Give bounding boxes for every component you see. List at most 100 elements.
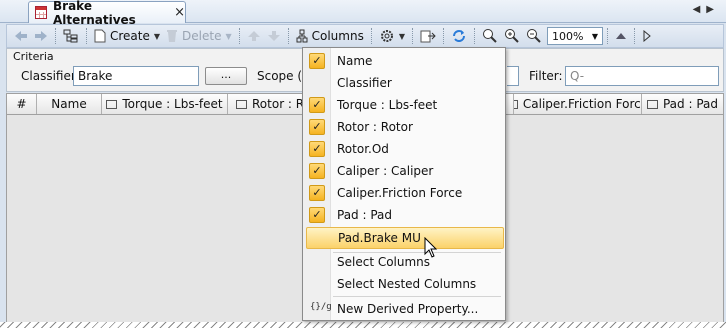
toolbar-separator xyxy=(238,28,240,44)
tab-next-icon[interactable]: ▶ xyxy=(706,4,720,15)
chevron-down-icon: ▼ xyxy=(225,31,232,41)
collapse-icon[interactable] xyxy=(612,26,630,46)
menu-item-caliper-friction[interactable]: ✓ Caliper.Friction Force xyxy=(305,182,503,204)
filter-input[interactable]: Q- xyxy=(565,66,719,86)
menu-item-select-columns[interactable]: Select Columns xyxy=(305,251,503,273)
zoom-in-icon[interactable] xyxy=(501,26,523,46)
toolbar-separator xyxy=(55,28,56,44)
toolbar: Create ▼ Delete ▼ Columns ▼ 100% ▼ xyxy=(6,24,724,48)
classifier-field[interactable]: Brake xyxy=(73,66,199,86)
menu-item-label: Select Nested Columns xyxy=(337,277,477,291)
column-header-name[interactable]: Name xyxy=(37,94,102,114)
browse-classifier-button[interactable]: ... xyxy=(205,67,247,85)
move-down-icon[interactable] xyxy=(264,26,284,46)
chevron-down-icon: ▼ xyxy=(153,31,161,41)
columns-label: Columns xyxy=(311,29,364,43)
toolbar-separator xyxy=(607,28,608,44)
chevron-down-icon: ▼ xyxy=(591,31,598,41)
menu-item-label: New Derived Property... xyxy=(337,302,479,316)
column-header-rotor[interactable]: Rotor : Ro xyxy=(228,94,304,114)
delete-label: Delete xyxy=(182,29,222,43)
mouse-cursor-icon xyxy=(424,237,438,258)
menu-item-label: Select Columns xyxy=(337,255,431,269)
property-icon xyxy=(646,99,658,109)
zoom-out-icon[interactable] xyxy=(523,26,545,46)
menu-item-label: Torque : Lbs-feet xyxy=(337,98,438,112)
chevron-down-icon: ▼ xyxy=(398,31,405,41)
delete-button[interactable]: Delete ▼ xyxy=(163,26,235,46)
columns-button[interactable]: Columns xyxy=(293,26,367,46)
torn-edge xyxy=(0,322,726,328)
toolbar-separator xyxy=(443,28,444,44)
menu-item-label: Pad : Pad xyxy=(337,208,393,222)
back-icon[interactable] xyxy=(11,26,31,46)
tab-prev-icon[interactable]: ◀ xyxy=(693,4,707,15)
column-label: Name xyxy=(51,97,87,111)
check-icon: ✓ xyxy=(309,119,325,135)
columns-menu: ✓ Name Classifier ✓ Torque : Lbs-feet ✓ … xyxy=(302,47,506,321)
check-icon: ✓ xyxy=(309,53,325,69)
menu-item-caliper[interactable]: ✓ Caliper : Caliper xyxy=(305,160,503,182)
expand-icon[interactable] xyxy=(639,26,655,46)
column-label: Pad : Pad xyxy=(662,97,718,111)
menu-item-pad-brake-mu[interactable]: Pad.Brake MU xyxy=(306,227,504,249)
column-header-pad[interactable]: Pad : Pad xyxy=(642,94,723,114)
close-icon[interactable]: × xyxy=(174,5,185,20)
menu-item-pad[interactable]: ✓ Pad : Pad xyxy=(305,204,503,226)
tab-nav: ◀▶ xyxy=(693,4,720,15)
menu-item-label: Classifier xyxy=(337,76,392,90)
property-icon xyxy=(514,99,518,109)
move-up-icon[interactable] xyxy=(244,26,264,46)
check-icon: ✓ xyxy=(309,97,325,113)
filter-label: Filter: xyxy=(529,69,563,83)
menu-item-name[interactable]: ✓ Name xyxy=(305,50,503,72)
menu-item-label: Caliper : Caliper xyxy=(337,164,434,178)
zoom-icon[interactable] xyxy=(479,26,501,46)
menu-item-rotor[interactable]: ✓ Rotor : Rotor xyxy=(305,116,503,138)
scope-field[interactable] xyxy=(507,66,519,86)
menu-item-label: Rotor : Rotor xyxy=(337,120,413,134)
menu-item-classifier[interactable]: Classifier xyxy=(305,72,503,94)
zoom-value: 100% xyxy=(552,29,584,43)
menu-item-rotor-od[interactable]: ✓ Rotor.Od xyxy=(305,138,503,160)
settings-icon xyxy=(380,30,393,42)
property-icon xyxy=(236,99,247,109)
toolbar-separator xyxy=(474,28,475,44)
create-button[interactable]: Create ▼ xyxy=(91,26,163,46)
criteria-title: Criteria xyxy=(13,50,54,63)
hierarchy-icon[interactable] xyxy=(60,26,82,46)
table-icon xyxy=(35,6,48,19)
export-icon[interactable] xyxy=(417,26,439,46)
menu-item-label: Name xyxy=(337,54,373,68)
check-icon: ✓ xyxy=(309,163,325,179)
menu-separator xyxy=(333,296,501,297)
menu-item-torque[interactable]: ✓ Torque : Lbs-feet xyxy=(305,94,503,116)
zoom-select[interactable]: 100% ▼ xyxy=(547,27,603,45)
settings-button[interactable]: ▼ xyxy=(376,26,408,46)
derived-property-icon: {}/g xyxy=(310,302,332,312)
tab-strip: Brake Alternatives × ◀▶ xyxy=(0,0,726,27)
toolbar-separator xyxy=(634,28,635,44)
menu-item-new-derived-property[interactable]: {}/g New Derived Property... xyxy=(305,298,503,320)
property-icon xyxy=(106,99,118,109)
toolbar-separator xyxy=(287,28,289,44)
check-icon: ✓ xyxy=(309,207,325,223)
column-header-torque[interactable]: Torque : Lbs-feet xyxy=(102,94,228,114)
column-header-number[interactable]: # xyxy=(7,94,37,114)
column-label: Torque : Lbs-feet xyxy=(122,97,223,111)
column-label: # xyxy=(16,97,27,111)
forward-icon[interactable] xyxy=(31,26,51,46)
toolbar-separator xyxy=(370,28,372,44)
tab-title: Brake Alternatives xyxy=(53,0,136,27)
menu-item-label: Rotor.Od xyxy=(337,142,389,156)
column-label: Rotor : Ro xyxy=(252,97,304,111)
toolbar-separator xyxy=(86,28,87,44)
toolbar-separator xyxy=(412,28,413,44)
column-header-caliper-friction[interactable]: Caliper.Friction Force xyxy=(514,94,642,114)
check-icon: ✓ xyxy=(309,185,325,201)
menu-item-select-nested-columns[interactable]: Select Nested Columns xyxy=(305,273,503,295)
check-icon: ✓ xyxy=(309,141,325,157)
tab-brake-alternatives[interactable]: Brake Alternatives × xyxy=(28,0,186,27)
columns-icon xyxy=(296,29,308,43)
refresh-icon[interactable] xyxy=(448,26,470,46)
